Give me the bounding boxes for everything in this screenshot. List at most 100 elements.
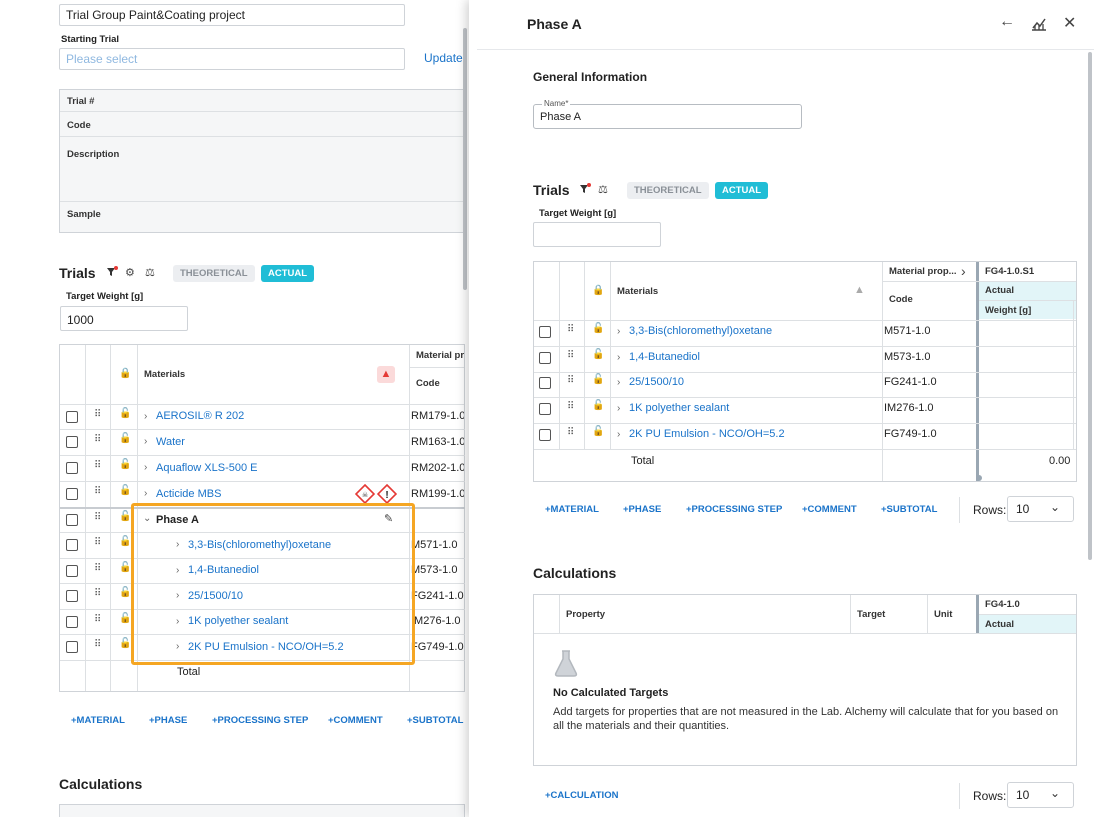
drag-handle-icon[interactable]: ⠿	[94, 640, 101, 650]
unlock-icon[interactable]: 🔓	[119, 562, 131, 573]
chevron-right-icon[interactable]: ›	[961, 263, 966, 279]
chevron-right-icon[interactable]: ›	[617, 403, 620, 414]
row-checkbox[interactable]	[539, 352, 551, 364]
project-name-input[interactable]: Trial Group Paint&Coating project	[59, 4, 405, 26]
drag-handle-icon[interactable]: ⠿	[94, 435, 101, 445]
drag-handle-icon[interactable]: ⠿	[567, 376, 574, 386]
drag-handle-icon[interactable]: ⠿	[94, 513, 101, 523]
row-checkbox[interactable]	[66, 590, 78, 602]
row-checkbox[interactable]	[66, 616, 78, 628]
row-checkbox[interactable]	[66, 641, 78, 653]
rows-label: Rows:	[973, 503, 1007, 517]
chevron-right-icon[interactable]: ›	[144, 411, 147, 422]
row-checkbox[interactable]	[66, 462, 78, 474]
row-checkbox[interactable]	[66, 514, 78, 526]
row-checkbox[interactable]	[66, 436, 78, 448]
material-link[interactable]: 2K PU Emulsion - NCO/OH=5.2	[629, 428, 785, 440]
row-checkbox[interactable]	[66, 411, 78, 423]
unlock-icon[interactable]: 🔓	[592, 426, 604, 437]
row-checkbox[interactable]	[539, 377, 551, 389]
material-link[interactable]: AEROSIL® R 202	[156, 410, 244, 422]
unlock-icon[interactable]: 🔓	[592, 349, 604, 360]
unlock-icon[interactable]: 🔓	[119, 485, 131, 496]
left-actual-toggle[interactable]: ACTUAL	[261, 265, 315, 282]
filter-icon[interactable]	[579, 183, 591, 195]
left-theoretical-toggle[interactable]: THEORETICAL	[173, 265, 255, 282]
balance-icon[interactable]: ⚖	[598, 183, 608, 196]
left-target-weight-input[interactable]: 1000	[60, 306, 188, 331]
add-subtotal-button[interactable]: +SUBTOTAL	[881, 504, 937, 515]
unlock-icon[interactable]: 🔓	[119, 511, 131, 522]
material-link[interactable]: 3,3-Bis(chloromethyl)oxetane	[629, 325, 772, 337]
gear-icon[interactable]: ⚙	[125, 266, 135, 279]
add-phase-button[interactable]: +PHASE	[149, 715, 187, 726]
rows-per-page-select[interactable]: 10 ⌄	[1007, 496, 1074, 522]
chevron-right-icon[interactable]: ›	[617, 377, 620, 388]
panel-theoretical-toggle[interactable]: THEORETICAL	[627, 182, 709, 199]
drag-handle-icon[interactable]: ⠿	[94, 615, 101, 625]
update-button[interactable]: Update	[424, 51, 463, 65]
unlock-icon[interactable]: 🔓	[119, 433, 131, 444]
unlock-icon[interactable]: 🔓	[119, 536, 131, 547]
unlock-icon[interactable]: 🔓	[119, 459, 131, 470]
add-comment-button[interactable]: +COMMENT	[328, 715, 383, 726]
hazard-corrosive-icon: ☠	[355, 484, 375, 504]
close-icon[interactable]: ✕	[1063, 13, 1076, 33]
material-link[interactable]: Water	[156, 436, 185, 448]
unlock-icon[interactable]: 🔓	[119, 408, 131, 419]
add-subtotal-button[interactable]: +SUBTOTAL	[407, 715, 463, 726]
material-link[interactable]: 25/1500/10	[629, 376, 684, 388]
add-processing-step-button[interactable]: +PROCESSING STEP	[212, 715, 308, 726]
chevron-right-icon[interactable]: ›	[144, 462, 147, 473]
add-material-button[interactable]: +MATERIAL	[71, 715, 125, 726]
starting-trial-select[interactable]: Please select	[59, 48, 405, 70]
row-checkbox[interactable]	[539, 429, 551, 441]
material-link[interactable]: 1K polyether sealant	[629, 402, 729, 414]
add-processing-step-button[interactable]: +PROCESSING STEP	[686, 504, 782, 515]
chevron-right-icon[interactable]: ›	[144, 488, 147, 499]
panel-scrollbar[interactable]	[1088, 52, 1092, 560]
drag-handle-icon[interactable]: ⠿	[567, 325, 574, 335]
row-checkbox[interactable]	[539, 326, 551, 338]
drag-handle-icon[interactable]: ⠿	[94, 589, 101, 599]
drag-handle-icon[interactable]: ⠿	[567, 402, 574, 412]
material-link[interactable]: Aquaflow XLS-500 E	[156, 462, 258, 474]
add-comment-button[interactable]: +COMMENT	[802, 504, 857, 515]
row-checkbox[interactable]	[66, 539, 78, 551]
panel-target-weight-input[interactable]	[533, 222, 661, 247]
drag-handle-icon[interactable]: ⠿	[94, 487, 101, 497]
balance-icon[interactable]: ⚖	[145, 266, 155, 279]
unlock-icon[interactable]: 🔓	[119, 587, 131, 598]
chevron-right-icon[interactable]: ›	[144, 436, 147, 447]
drag-handle-icon[interactable]: ⠿	[567, 428, 574, 438]
drag-handle-icon[interactable]: ⠿	[94, 564, 101, 574]
drag-handle-icon[interactable]: ⠿	[94, 538, 101, 548]
row-checkbox[interactable]	[66, 565, 78, 577]
row-checkbox[interactable]	[66, 488, 78, 500]
left-scrollbar[interactable]	[463, 28, 467, 290]
calc-rows-per-page-select[interactable]: 10 ⌄	[1007, 782, 1074, 808]
drag-handle-icon[interactable]: ⠿	[94, 461, 101, 471]
add-phase-button[interactable]: +PHASE	[623, 504, 661, 515]
filter-icon[interactable]	[106, 266, 118, 278]
warning-header-icon[interactable]: ▲	[377, 366, 395, 383]
chart-icon[interactable]	[1031, 16, 1047, 31]
name-field[interactable]: Name* Phase A	[533, 99, 802, 129]
row-checkbox[interactable]	[539, 403, 551, 415]
add-calculation-button[interactable]: +CALCULATION	[545, 790, 618, 801]
panel-actual-toggle[interactable]: ACTUAL	[715, 182, 769, 199]
chevron-right-icon[interactable]: ›	[617, 429, 620, 440]
unlock-icon[interactable]: 🔓	[592, 400, 604, 411]
back-arrow-icon[interactable]: ←	[999, 13, 1015, 31]
add-material-button[interactable]: +MATERIAL	[545, 504, 599, 515]
unlock-icon[interactable]: 🔓	[119, 638, 131, 649]
unlock-icon[interactable]: 🔓	[119, 613, 131, 624]
chevron-right-icon[interactable]: ›	[617, 326, 620, 337]
chevron-right-icon[interactable]: ›	[617, 352, 620, 363]
material-link[interactable]: Acticide MBS	[156, 488, 221, 500]
material-link[interactable]: 1,4-Butanediol	[629, 351, 700, 363]
drag-handle-icon[interactable]: ⠿	[567, 351, 574, 361]
drag-handle-icon[interactable]: ⠿	[94, 410, 101, 420]
unlock-icon[interactable]: 🔓	[592, 374, 604, 385]
unlock-icon[interactable]: 🔓	[592, 323, 604, 334]
